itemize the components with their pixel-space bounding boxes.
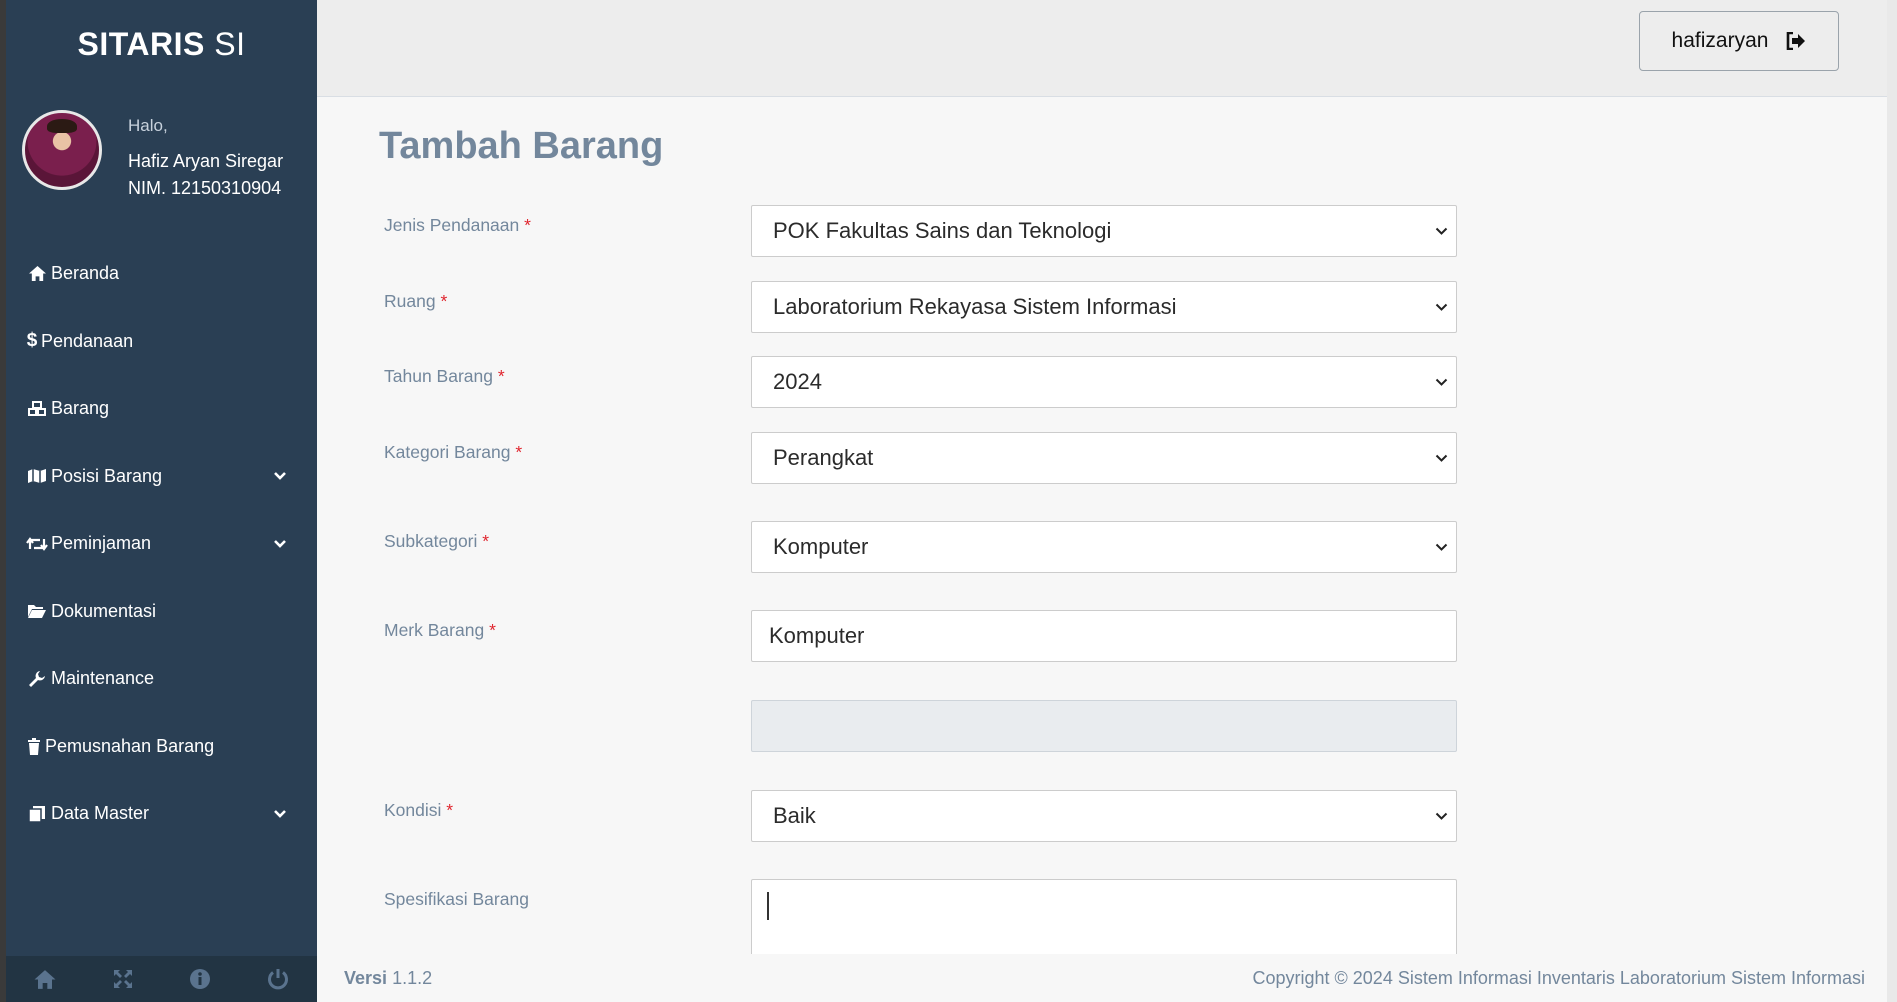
field-label: Kondisi * xyxy=(384,800,454,820)
version-label: Versi xyxy=(344,967,388,988)
version-info: Versi 1.1.2 xyxy=(344,968,432,989)
chevron-down-icon xyxy=(1426,378,1456,387)
sidebar-item-peminjaman[interactable]: Peminjaman xyxy=(6,510,317,578)
expand-icon[interactable] xyxy=(103,967,143,991)
sidebar-item-label: Data Master xyxy=(51,803,150,824)
sidebar-item-label: Beranda xyxy=(51,263,120,284)
sidebar-item-label: Posisi Barang xyxy=(51,465,163,486)
dollar-icon: $ xyxy=(26,330,38,352)
sidebar-item-maintenance[interactable]: Maintenance xyxy=(6,645,317,713)
home-icon[interactable] xyxy=(25,969,65,990)
select-value: 2024 xyxy=(773,369,822,394)
user-menu-button[interactable]: hafizaryan xyxy=(1639,11,1839,71)
sidebar-item-data-master[interactable]: Data Master xyxy=(6,780,317,848)
field-label: Subkategori * xyxy=(384,531,490,551)
brand-name: SITARIS xyxy=(77,25,205,62)
chevron-down-icon xyxy=(1426,454,1456,463)
select-value: Perangkat xyxy=(773,445,874,470)
wrench-icon xyxy=(26,670,48,688)
disabled-input xyxy=(751,700,1457,752)
chevron-down-icon xyxy=(271,471,289,481)
user-profile: Halo, Hafiz Aryan Siregar NIM. 121503109… xyxy=(6,88,317,208)
required-marker: * xyxy=(524,215,531,235)
sidebar-item-pemusnahan-barang[interactable]: Pemusnahan Barang xyxy=(6,713,317,781)
trash-icon xyxy=(26,737,42,755)
field-label: Kategori Barang * xyxy=(384,442,523,462)
field-label: Jenis Pendanaan * xyxy=(384,215,531,235)
chevron-down-icon xyxy=(1426,543,1456,552)
select-value: Komputer xyxy=(773,534,869,559)
required-marker: * xyxy=(440,291,448,311)
subkategori-select[interactable]: Komputer xyxy=(751,521,1457,573)
profile-nim: NIM. 12150310904 xyxy=(128,178,282,198)
required-marker: * xyxy=(497,366,505,386)
sidebar-footer xyxy=(6,956,317,1002)
sidebar-item-label: Barang xyxy=(51,398,110,419)
chevron-down-icon xyxy=(1426,812,1456,821)
page-title: Tambah Barang xyxy=(379,125,664,167)
top-navbar: hafizaryan xyxy=(317,0,1897,97)
required-marker: * xyxy=(515,442,523,462)
main-content: Tambah Barang Jenis Pendanaan * POK Faku… xyxy=(317,97,1897,968)
sidebar: SITARIS SI Halo, Hafiz Aryan Siregar NIM… xyxy=(0,0,317,1002)
sidebar-item-pendanaan[interactable]: $ Pendanaan xyxy=(6,308,317,376)
select-value: Baik xyxy=(773,803,816,828)
sidebar-item-label: Dokumentasi xyxy=(51,600,157,621)
sidebar-item-label: Maintenance xyxy=(51,668,155,689)
sidebar-item-posisi-barang[interactable]: Posisi Barang xyxy=(6,443,317,511)
folder-open-icon xyxy=(26,603,48,619)
chevron-down-icon xyxy=(271,539,289,549)
tahun-barang-select[interactable]: 2024 xyxy=(751,356,1457,408)
field-label: Ruang * xyxy=(384,291,448,311)
required-marker: * xyxy=(489,620,496,640)
sidebar-item-dokumentasi[interactable]: Dokumentasi xyxy=(6,578,317,646)
chevron-down-icon xyxy=(1426,303,1456,312)
jenis-pendanaan-select[interactable]: POK Fakultas Sains dan Teknologi xyxy=(751,205,1457,257)
version-number: 1.1.2 xyxy=(392,967,433,988)
power-icon[interactable] xyxy=(258,967,298,991)
copyright-text: Copyright © 2024 Sistem Informasi Invent… xyxy=(1252,967,1865,988)
greeting: Halo, xyxy=(128,116,168,135)
sign-out-icon xyxy=(1786,32,1806,50)
retweet-icon xyxy=(26,536,48,552)
required-marker: * xyxy=(482,531,490,551)
required-marker: * xyxy=(446,800,454,820)
cubes-icon xyxy=(26,400,48,417)
sidebar-item-label: Pemusnahan Barang xyxy=(45,735,215,756)
sidebar-item-barang[interactable]: Barang xyxy=(6,375,317,443)
chevron-down-icon xyxy=(1426,227,1456,236)
info-icon[interactable] xyxy=(180,968,220,990)
kategori-barang-select[interactable]: Perangkat xyxy=(751,432,1457,484)
kondisi-select[interactable]: Baik xyxy=(751,790,1457,842)
brand-logo[interactable]: SITARIS SI xyxy=(6,0,317,88)
home-icon xyxy=(26,265,48,282)
select-value: POK Fakultas Sains dan Teknologi xyxy=(773,218,1112,243)
field-label: Merk Barang * xyxy=(384,620,496,640)
field-label: Tahun Barang * xyxy=(384,366,505,386)
map-icon xyxy=(26,468,48,484)
profile-name: Hafiz Aryan Siregar xyxy=(128,151,284,171)
select-value: Laboratorium Rekayasa Sistem Informasi xyxy=(773,294,1177,319)
text-cursor xyxy=(767,892,769,920)
sidebar-menu: Beranda $ Pendanaan Barang Posisi Barang xyxy=(6,240,317,848)
field-label: Spesifikasi Barang xyxy=(384,889,529,909)
chevron-down-icon xyxy=(271,809,289,819)
brand-suffix: SI xyxy=(204,25,246,62)
merk-barang-input[interactable]: Komputer xyxy=(751,610,1457,662)
ruang-select[interactable]: Laboratorium Rekayasa Sistem Informasi xyxy=(751,281,1457,333)
copy-icon xyxy=(26,805,48,823)
sidebar-item-label: Peminjaman xyxy=(51,533,152,554)
scrollbar[interactable] xyxy=(1887,0,1897,1002)
sidebar-item-label: Pendanaan xyxy=(41,330,134,351)
sidebar-item-beranda[interactable]: Beranda xyxy=(6,240,317,308)
spesifikasi-barang-textarea[interactable] xyxy=(751,879,1457,968)
avatar xyxy=(22,110,102,190)
page-footer: Versi 1.1.2 Copyright © 2024 Sistem Info… xyxy=(317,954,1897,1002)
input-value: Komputer xyxy=(769,623,865,648)
username: hafizaryan xyxy=(1671,29,1769,52)
